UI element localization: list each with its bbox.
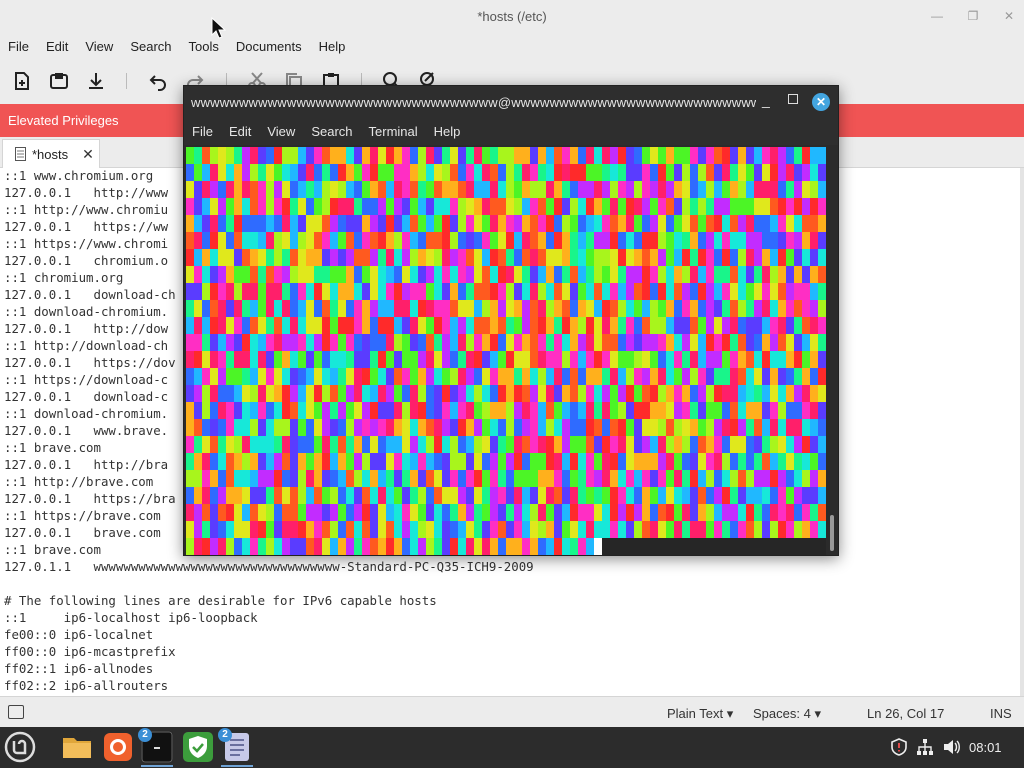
- folder-icon: [63, 738, 91, 758]
- terminal-menu-view[interactable]: View: [267, 124, 295, 139]
- start-menu-button[interactable]: [4, 731, 36, 763]
- shield-icon: [183, 732, 213, 762]
- taskbar-text-editor[interactable]: 2: [218, 728, 253, 767]
- close-icon[interactable]: ✕: [1002, 9, 1016, 23]
- terminal-badge: 2: [138, 728, 152, 742]
- mint-logo-icon: [4, 731, 36, 763]
- shield-warning-icon[interactable]: [890, 738, 908, 756]
- terminal-title: wwwwwwwwwwwwwwwwwwwwwwwwwwwwwwww@wwwwwww…: [191, 95, 756, 110]
- download-icon[interactable]: [86, 71, 106, 91]
- mouse-cursor-icon: [211, 17, 227, 39]
- terminal-cursor: [594, 538, 602, 555]
- firefox-icon: [104, 733, 132, 761]
- tab-close-icon[interactable]: ✕: [82, 146, 94, 163]
- terminal-minimize-icon[interactable]: _: [762, 92, 770, 108]
- terminal-close-icon[interactable]: ✕: [812, 93, 830, 111]
- undo-icon[interactable]: [148, 71, 168, 91]
- maximize-icon[interactable]: ❐: [966, 9, 980, 23]
- taskbar-files[interactable]: [61, 731, 93, 763]
- cursor-position: Ln 26, Col 17: [867, 706, 945, 721]
- menu-help[interactable]: Help: [319, 39, 346, 54]
- terminal-screen[interactable]: [186, 147, 826, 555]
- sidebar-toggle-icon[interactable]: [8, 705, 24, 719]
- new-document-icon[interactable]: [12, 71, 32, 91]
- tab-width-selector[interactable]: Spaces: 4 ▾: [753, 706, 821, 722]
- taskbar-terminal[interactable]: 2: [138, 728, 173, 767]
- editor-titlebar: *hosts (/etc) — ❐ ✕: [0, 0, 1024, 34]
- tab-label: *hosts: [32, 146, 69, 162]
- window-title: *hosts (/etc): [477, 9, 547, 24]
- terminal-window[interactable]: wwwwwwwwwwwwwwwwwwwwwwwwwwwwwwww@wwwwwww…: [183, 85, 839, 556]
- terminal-scrollbar-thumb[interactable]: [830, 515, 834, 551]
- minimize-icon[interactable]: —: [930, 9, 944, 23]
- terminal-titlebar[interactable]: wwwwwwwwwwwwwwwwwwwwwwwwwwwwwwww@wwwwwww…: [184, 86, 838, 118]
- menu-documents[interactable]: Documents: [236, 39, 302, 54]
- terminal-maximize-icon[interactable]: [788, 94, 798, 104]
- status-bar: Plain Text ▾ Spaces: 4 ▾ Ln 26, Col 17 I…: [0, 696, 1024, 727]
- taskbar: 2 2 08:01: [0, 727, 1024, 768]
- tab-hosts[interactable]: *hosts ✕: [2, 139, 100, 168]
- terminal-menu-terminal[interactable]: Terminal: [369, 124, 418, 139]
- menu-search[interactable]: Search: [130, 39, 171, 54]
- editor-scrollbar[interactable]: [1020, 168, 1024, 696]
- terminal-menu-edit[interactable]: Edit: [229, 124, 251, 139]
- terminal-color-noise: [186, 147, 826, 555]
- document-icon: [15, 147, 26, 161]
- terminal-menu-help[interactable]: Help: [434, 124, 461, 139]
- language-selector[interactable]: Plain Text ▾: [667, 706, 733, 722]
- terminal-scrollbar[interactable]: [828, 147, 836, 555]
- terminal-menu-search[interactable]: Search: [311, 124, 352, 139]
- menu-edit[interactable]: Edit: [46, 39, 68, 54]
- menu-tools[interactable]: Tools: [189, 39, 219, 54]
- terminal-menu-file[interactable]: File: [192, 124, 213, 139]
- terminal-menubar: File Edit View Search Terminal Help: [184, 118, 838, 145]
- taskbar-firefox[interactable]: [102, 731, 134, 763]
- taskbar-update-manager[interactable]: [182, 731, 214, 763]
- menu-file[interactable]: File: [8, 39, 29, 54]
- network-icon[interactable]: [916, 738, 934, 756]
- text-editor-badge: 2: [218, 728, 232, 742]
- clock[interactable]: 08:01: [969, 740, 1002, 755]
- save-icon[interactable]: [49, 71, 69, 91]
- menu-view[interactable]: View: [85, 39, 113, 54]
- editor-menubar: File Edit View Search Tools Documents He…: [0, 34, 1024, 59]
- volume-icon[interactable]: [942, 738, 960, 756]
- insert-mode: INS: [990, 706, 1012, 721]
